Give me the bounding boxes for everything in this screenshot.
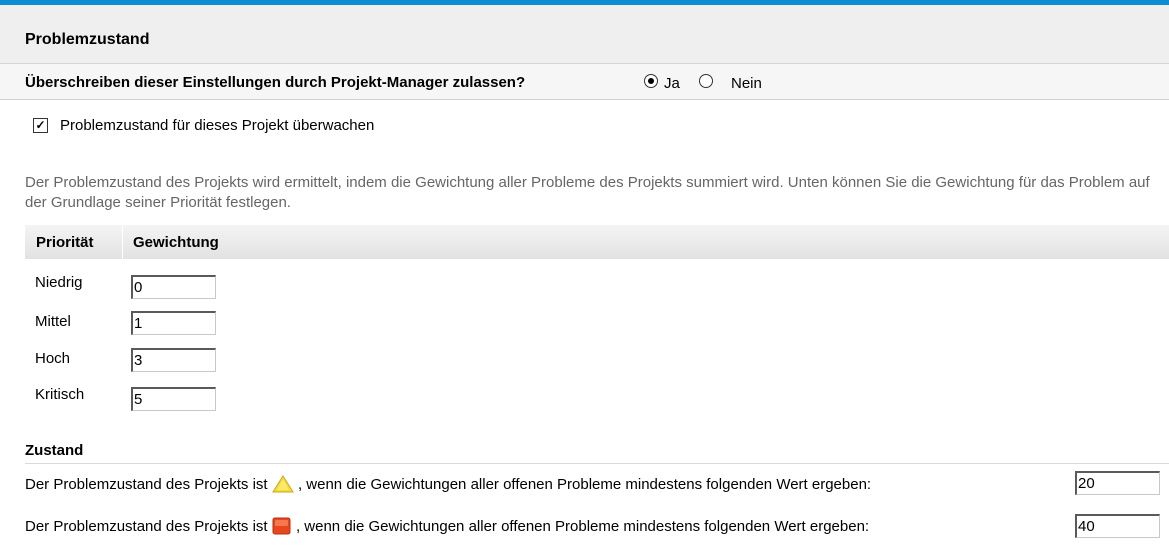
override-setting-row: Überschreiben dieser Einstellungen durch… — [0, 64, 1169, 99]
warning-triangle-icon — [271, 475, 298, 494]
column-header-weight: Gewichtung — [133, 234, 219, 251]
zustand-section-title: Zustand — [25, 442, 84, 459]
state-row-critical: Der Problemzustand des Projekts ist , we… — [25, 517, 869, 536]
column-divider — [122, 225, 123, 259]
priority-label-high: Hoch — [35, 350, 71, 367]
radio-selected-dot — [648, 78, 654, 84]
radio-ja[interactable] — [644, 74, 658, 88]
state-row-warning: Der Problemzustand des Projekts ist , we… — [25, 475, 871, 494]
monitor-checkbox[interactable]: ✓ — [33, 118, 48, 133]
weight-input-critical[interactable]: 5 — [131, 387, 216, 411]
state-row-suffix: , wenn die Gewichtungen aller offenen Pr… — [297, 476, 872, 493]
page-title: Problemzustand — [25, 31, 150, 48]
priority-label-medium: Mittel — [35, 313, 71, 330]
priority-table-header: Priorität Gewichtung — [25, 225, 1169, 259]
priority-label-low: Niedrig — [35, 274, 83, 291]
column-header-priority: Priorität — [36, 234, 94, 251]
state-row-suffix: , wenn die Gewichtungen aller offenen Pr… — [295, 518, 870, 535]
section-header: Problemzustand — [0, 5, 1169, 63]
state-row-prefix: Der Problemzustand des Projekts ist — [25, 518, 268, 535]
state-row-prefix: Der Problemzustand des Projekts ist — [25, 476, 268, 493]
critical-square-icon — [272, 517, 296, 536]
description-text: Der Problemzustand des Projekts wird erm… — [25, 174, 1150, 211]
priority-label-critical: Kritisch — [35, 386, 85, 403]
weight-input-medium[interactable]: 1 — [131, 311, 216, 335]
weight-input-low[interactable]: 0 — [131, 275, 216, 299]
threshold-input-warning[interactable]: 20 — [1075, 471, 1160, 495]
monitor-checkbox-label: Problemzustand für dieses Projekt überwa… — [60, 117, 375, 134]
divider — [0, 99, 1169, 100]
weight-input-high[interactable]: 3 — [131, 348, 216, 372]
radio-nein-label: Nein — [731, 75, 762, 92]
radio-ja-label: Ja — [664, 75, 680, 92]
override-question-label: Überschreiben dieser Einstellungen durch… — [25, 74, 526, 91]
divider — [25, 463, 1169, 464]
radio-nein[interactable] — [699, 74, 713, 88]
threshold-input-critical[interactable]: 40 — [1075, 514, 1160, 538]
